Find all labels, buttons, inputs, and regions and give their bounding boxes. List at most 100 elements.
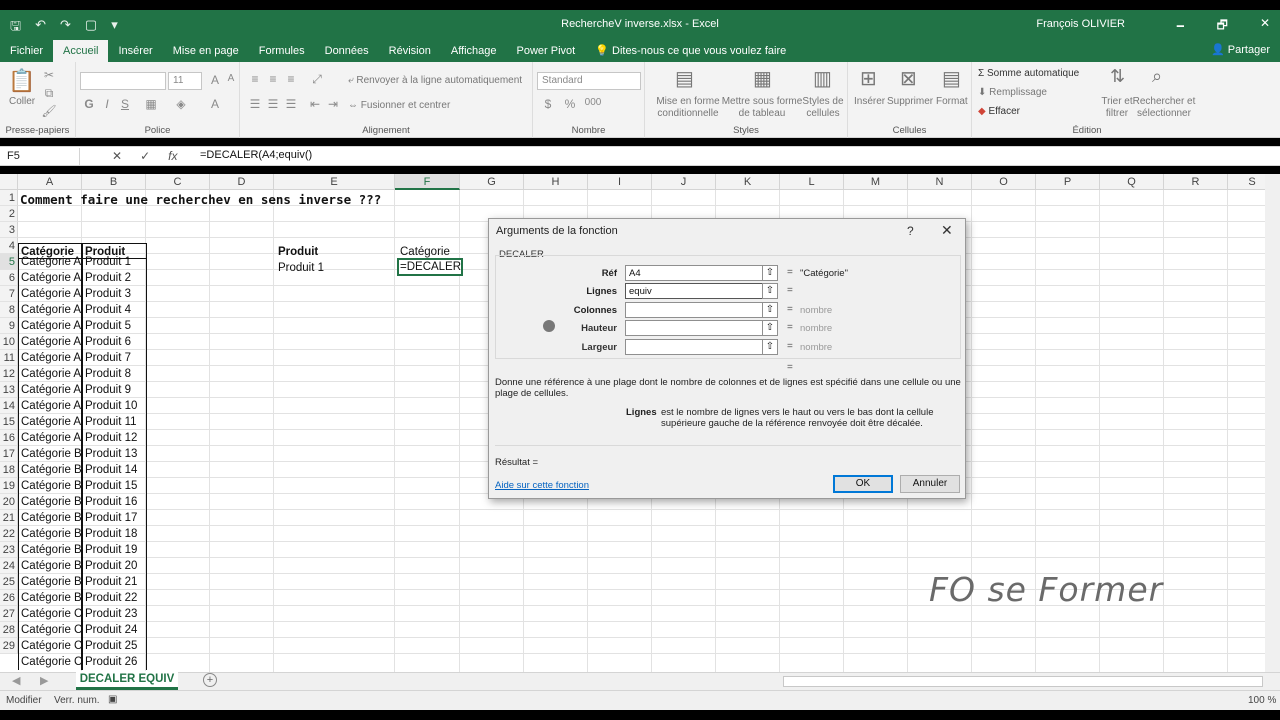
- align-right-icon[interactable]: ☰: [282, 97, 300, 113]
- row-header-14[interactable]: 14: [0, 398, 18, 414]
- vertical-scrollbar[interactable]: [1265, 174, 1280, 672]
- row-header-16[interactable]: 16: [0, 430, 18, 446]
- tab-power-pivot[interactable]: Power Pivot: [507, 40, 586, 62]
- column-header-e[interactable]: E: [274, 174, 395, 190]
- data-cell-produit[interactable]: Produit 9: [82, 382, 147, 398]
- row-header-27[interactable]: 27: [0, 606, 18, 622]
- data-cell-categorie[interactable]: Catégorie A: [18, 414, 82, 430]
- row-header-1[interactable]: 1: [0, 190, 18, 206]
- minimize-button[interactable]: 🗕: [1176, 16, 1185, 37]
- column-header-h[interactable]: H: [524, 174, 588, 190]
- cell-styles-button[interactable]: Styles de cellules: [801, 96, 845, 120]
- data-cell-categorie[interactable]: Catégorie B: [18, 558, 82, 574]
- column-header-i[interactable]: I: [588, 174, 652, 190]
- row-header-26[interactable]: 26: [0, 590, 18, 606]
- data-cell-produit[interactable]: Produit 19: [82, 542, 147, 558]
- lookup-categorie-header[interactable]: Catégorie: [398, 244, 464, 260]
- data-cell-produit[interactable]: Produit 3: [82, 286, 147, 302]
- row-header-17[interactable]: 17: [0, 446, 18, 462]
- data-cell-produit[interactable]: Produit 15: [82, 478, 147, 494]
- annuler-button[interactable]: Annuler: [900, 475, 960, 493]
- row-header-2[interactable]: 2: [0, 206, 18, 222]
- row-header-5[interactable]: 5: [0, 254, 18, 270]
- collapse-lignes-icon[interactable]: ⇧: [762, 283, 778, 299]
- data-cell-categorie[interactable]: Catégorie B: [18, 478, 82, 494]
- data-cell-categorie[interactable]: Catégorie A: [18, 350, 82, 366]
- cancel-formula-icon[interactable]: ✕: [112, 149, 122, 163]
- tab-affichage[interactable]: Affichage: [441, 40, 507, 62]
- column-header-m[interactable]: M: [844, 174, 908, 190]
- font-size-select[interactable]: 11: [168, 72, 202, 90]
- row-header-10[interactable]: 10: [0, 334, 18, 350]
- tab-accueil[interactable]: Accueil: [53, 40, 109, 62]
- borders-icon[interactable]: ▦: [142, 97, 160, 113]
- column-header-q[interactable]: Q: [1100, 174, 1164, 190]
- data-cell-categorie[interactable]: Catégorie B: [18, 526, 82, 542]
- increase-indent-icon[interactable]: ⇥: [324, 97, 342, 113]
- insert-function-icon[interactable]: fx: [168, 149, 177, 163]
- collapse-colonnes-icon[interactable]: ⇧: [762, 302, 778, 318]
- column-header-d[interactable]: D: [210, 174, 274, 190]
- ok-button[interactable]: OK: [833, 475, 893, 493]
- arg-input-colonnes[interactable]: [625, 302, 763, 318]
- header-produit-cell[interactable]: Produit: [82, 243, 147, 259]
- cut-icon[interactable]: ✂: [40, 68, 58, 84]
- data-cell-categorie[interactable]: Catégorie A: [18, 334, 82, 350]
- data-cell-categorie[interactable]: Catégorie A: [18, 302, 82, 318]
- italic-button[interactable]: I: [98, 97, 116, 113]
- number-format-select[interactable]: Standard: [537, 72, 641, 90]
- data-cell-categorie[interactable]: Catégorie C: [18, 622, 82, 638]
- row-header-6[interactable]: 6: [0, 270, 18, 286]
- align-bottom-icon[interactable]: ≡: [282, 72, 300, 88]
- column-header-c[interactable]: C: [146, 174, 210, 190]
- data-cell-produit[interactable]: Produit 25: [82, 638, 147, 654]
- tab-revision[interactable]: Révision: [379, 40, 441, 62]
- dialog-close-icon[interactable]: ✕: [941, 222, 953, 239]
- formula-input[interactable]: =DECALER(A4;equiv(): [200, 149, 312, 161]
- data-cell-produit[interactable]: Produit 4: [82, 302, 147, 318]
- sort-filter-button[interactable]: Trier et filtrer: [1098, 96, 1136, 120]
- tab-inserer[interactable]: Insérer: [108, 40, 162, 62]
- data-cell-categorie[interactable]: Catégorie C: [18, 654, 82, 670]
- row-header-9[interactable]: 9: [0, 318, 18, 334]
- tell-me-box[interactable]: 💡 Dites-nous ce que vous voulez faire: [585, 40, 796, 62]
- format-table-button[interactable]: Mettre sous forme de tableau: [721, 96, 803, 120]
- bold-button[interactable]: G: [80, 97, 98, 113]
- currency-button[interactable]: $: [539, 97, 557, 113]
- data-cell-produit[interactable]: Produit 12: [82, 430, 147, 446]
- scroll-tabs-left-icon[interactable]: ◀: [12, 674, 20, 687]
- font-name-select[interactable]: [80, 72, 166, 90]
- shrink-font-icon[interactable]: A: [222, 73, 240, 89]
- data-cell-categorie[interactable]: Catégorie C: [18, 606, 82, 622]
- format-cells-button[interactable]: Format: [936, 96, 968, 107]
- row-header-29[interactable]: 29: [0, 638, 18, 654]
- column-header-o[interactable]: O: [972, 174, 1036, 190]
- select-all-corner[interactable]: [0, 174, 18, 190]
- data-cell-produit[interactable]: Produit 13: [82, 446, 147, 462]
- share-button[interactable]: 👤 Partager: [1211, 43, 1270, 56]
- row-header-12[interactable]: 12: [0, 366, 18, 382]
- delete-cells-button[interactable]: Supprimer: [887, 96, 933, 107]
- align-middle-icon[interactable]: ≡: [264, 72, 282, 88]
- data-cell-categorie[interactable]: Catégorie A: [18, 398, 82, 414]
- row-header-28[interactable]: 28: [0, 622, 18, 638]
- data-cell-categorie[interactable]: Catégorie A: [18, 270, 82, 286]
- user-name[interactable]: François OLIVIER: [1036, 18, 1125, 30]
- merge-center-button[interactable]: ⇔ Fusionner et centrer: [348, 100, 450, 111]
- align-center-icon[interactable]: ☰: [264, 97, 282, 113]
- data-cell-categorie[interactable]: Catégorie B: [18, 574, 82, 590]
- data-cell-produit[interactable]: Produit 10: [82, 398, 147, 414]
- data-cell-produit[interactable]: Produit 6: [82, 334, 147, 350]
- tab-formules[interactable]: Formules: [249, 40, 315, 62]
- macro-record-icon[interactable]: ▣: [108, 694, 117, 705]
- data-cell-categorie[interactable]: Catégorie A: [18, 430, 82, 446]
- data-cell-produit[interactable]: Produit 5: [82, 318, 147, 334]
- data-cell-categorie[interactable]: Catégorie B: [18, 590, 82, 606]
- column-header-a[interactable]: A: [18, 174, 82, 190]
- column-header-j[interactable]: J: [652, 174, 716, 190]
- name-box[interactable]: F5: [4, 148, 80, 166]
- active-cell-f5[interactable]: =DECALER(A4;equiv(: [397, 258, 463, 276]
- data-cell-produit[interactable]: Produit 14: [82, 462, 147, 478]
- tab-mise-en-page[interactable]: Mise en page: [163, 40, 249, 62]
- help-icon[interactable]: ?: [907, 224, 914, 238]
